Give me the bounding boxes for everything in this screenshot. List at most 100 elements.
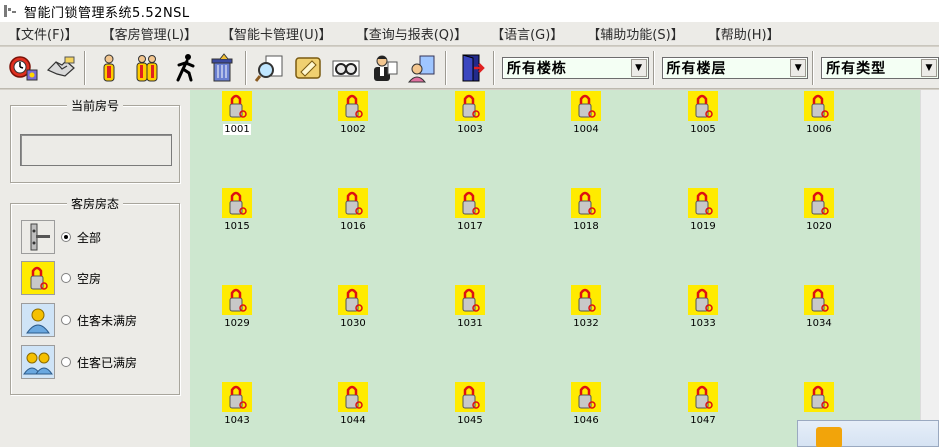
room-cell-1017[interactable]: 1017 <box>440 188 500 242</box>
left-panel: 当前房号 客房房态 全部 空房 住客未满房 住客已满房 <box>0 90 190 447</box>
room-number: 1005 <box>690 124 716 135</box>
current-room-field[interactable] <box>20 134 172 166</box>
single-guest-icon <box>21 303 55 337</box>
room-status-title: 客房房态 <box>66 197 123 211</box>
room-number: 1020 <box>806 221 832 232</box>
room-cell-1034[interactable]: 1034 <box>789 285 849 339</box>
exit-button[interactable] <box>451 49 489 87</box>
room-grid: 1001 1002 1003 1004 1005 1006 1015 1016 … <box>190 90 920 447</box>
room-cell-1020[interactable]: 1020 <box>789 188 849 242</box>
vacant-lock-icon <box>804 91 834 121</box>
vacant-lock-icon <box>571 188 601 218</box>
vacant-lock-icon <box>804 285 834 315</box>
room-cell-1046[interactable]: 1046 <box>556 382 616 436</box>
read-card-button[interactable] <box>289 49 327 87</box>
room-number: 1031 <box>457 318 483 329</box>
checkout-button[interactable] <box>166 49 204 87</box>
chevron-down-icon[interactable]: ▼ <box>920 58 937 77</box>
running-man-icon <box>176 53 195 81</box>
room-cell-1047[interactable]: 1047 <box>673 382 733 436</box>
magnifier-card-icon <box>255 55 283 82</box>
room-cell-1029[interactable]: 1029 <box>207 285 267 339</box>
room-cell-1033[interactable]: 1033 <box>673 285 733 339</box>
radio-partial[interactable] <box>61 315 71 325</box>
group-info-button[interactable] <box>128 49 166 87</box>
vacant-lock-icon <box>804 188 834 218</box>
card-reader-icon <box>295 56 322 79</box>
building-select[interactable]: 所有楼栋 ▼ <box>501 56 649 79</box>
glasses-icon <box>332 60 360 76</box>
delete-button[interactable] <box>204 49 242 87</box>
filter-all[interactable]: 全部 <box>21 220 101 254</box>
room-cell-1002[interactable]: 1002 <box>323 91 383 145</box>
room-number: 1002 <box>340 124 366 135</box>
menu-file[interactable]: 【文件(F)】 <box>0 24 90 43</box>
vertical-scrollbar[interactable] <box>920 90 939 447</box>
room-cell-1045[interactable]: 1045 <box>440 382 500 436</box>
vacant-lock-icon <box>338 382 368 412</box>
room-cell-1016[interactable]: 1016 <box>323 188 383 242</box>
staff-button[interactable] <box>365 49 403 87</box>
menu-language[interactable]: 【语言(G)】 <box>479 24 575 43</box>
room-cell-1032[interactable]: 1032 <box>556 285 616 339</box>
toolbar-separator <box>245 50 248 85</box>
app-window: 智能门锁管理系统5.52NSL 【文件(F)】 【客房管理(L)】 【智能卡管理… <box>0 0 939 447</box>
menu-help[interactable]: 【帮助(H)】 <box>696 24 792 43</box>
filter-full[interactable]: 住客已满房 <box>21 345 137 379</box>
room-cell-1003[interactable]: 1003 <box>440 91 500 145</box>
toolbar-separator <box>492 50 495 85</box>
radio-all[interactable] <box>61 232 71 242</box>
toolbar-separator <box>652 50 655 85</box>
room-cell-1005[interactable]: 1005 <box>673 91 733 145</box>
room-number: 1046 <box>573 415 599 426</box>
room-cell-1015[interactable]: 1015 <box>207 188 267 242</box>
room-cell-1004[interactable]: 1004 <box>556 91 616 145</box>
floor-select-value: 所有楼层 <box>666 60 727 77</box>
guest-info-button[interactable] <box>90 49 128 87</box>
toolbar-separator <box>812 50 815 85</box>
room-cell-1044[interactable]: 1044 <box>323 382 383 436</box>
filter-partial[interactable]: 住客未满房 <box>21 303 137 337</box>
notification-popup[interactable] <box>797 420 939 447</box>
vacant-lock-icon <box>571 285 601 315</box>
vacant-lock-icon <box>338 91 368 121</box>
vacant-lock-icon <box>21 261 55 295</box>
settings-clock-icon <box>9 55 38 80</box>
view-button[interactable] <box>327 49 365 87</box>
room-number: 1034 <box>806 318 832 329</box>
search-card-button[interactable] <box>251 49 289 87</box>
room-number: 1030 <box>340 318 366 329</box>
menu-room-management[interactable]: 【客房管理(L)】 <box>90 24 209 43</box>
room-cell-1031[interactable]: 1031 <box>440 285 500 339</box>
chevron-down-icon[interactable]: ▼ <box>790 58 807 77</box>
trash-box-icon <box>211 52 233 81</box>
floor-select[interactable]: 所有楼层 ▼ <box>661 56 809 79</box>
settings-clock-button[interactable] <box>4 49 42 87</box>
two-guests-icon <box>21 345 55 379</box>
room-type-select-value: 所有类型 <box>826 60 887 77</box>
menu-tools[interactable]: 【辅助功能(S)】 <box>575 24 695 43</box>
room-type-select[interactable]: 所有类型 ▼ <box>821 56 939 79</box>
checkin-button[interactable] <box>42 49 80 87</box>
room-cell-1030[interactable]: 1030 <box>323 285 383 339</box>
room-cell-1018[interactable]: 1018 <box>556 188 616 242</box>
radio-vacant[interactable] <box>61 273 71 283</box>
room-cell-1006[interactable]: 1006 <box>789 91 849 145</box>
chevron-down-icon[interactable]: ▼ <box>630 58 647 77</box>
menu-card-management[interactable]: 【智能卡管理(U)】 <box>209 24 344 43</box>
radio-full[interactable] <box>61 357 71 367</box>
issue-card-button[interactable] <box>403 49 441 87</box>
room-cell-1019[interactable]: 1019 <box>673 188 733 242</box>
room-number: 1017 <box>457 221 483 232</box>
room-cell-1043[interactable]: 1043 <box>207 382 267 436</box>
room-number: 1047 <box>690 415 716 426</box>
filter-vacant[interactable]: 空房 <box>21 261 101 295</box>
room-cell-1001[interactable]: 1001 <box>207 91 267 145</box>
door-handle-icon <box>21 220 55 254</box>
title-bar: 智能门锁管理系统5.52NSL <box>0 0 939 22</box>
filter-partial-label: 住客未满房 <box>77 313 138 328</box>
room-number: 1018 <box>573 221 599 232</box>
room-number: 1045 <box>457 415 483 426</box>
vacant-lock-icon <box>455 188 485 218</box>
menu-query-report[interactable]: 【查询与报表(Q)】 <box>344 24 479 43</box>
